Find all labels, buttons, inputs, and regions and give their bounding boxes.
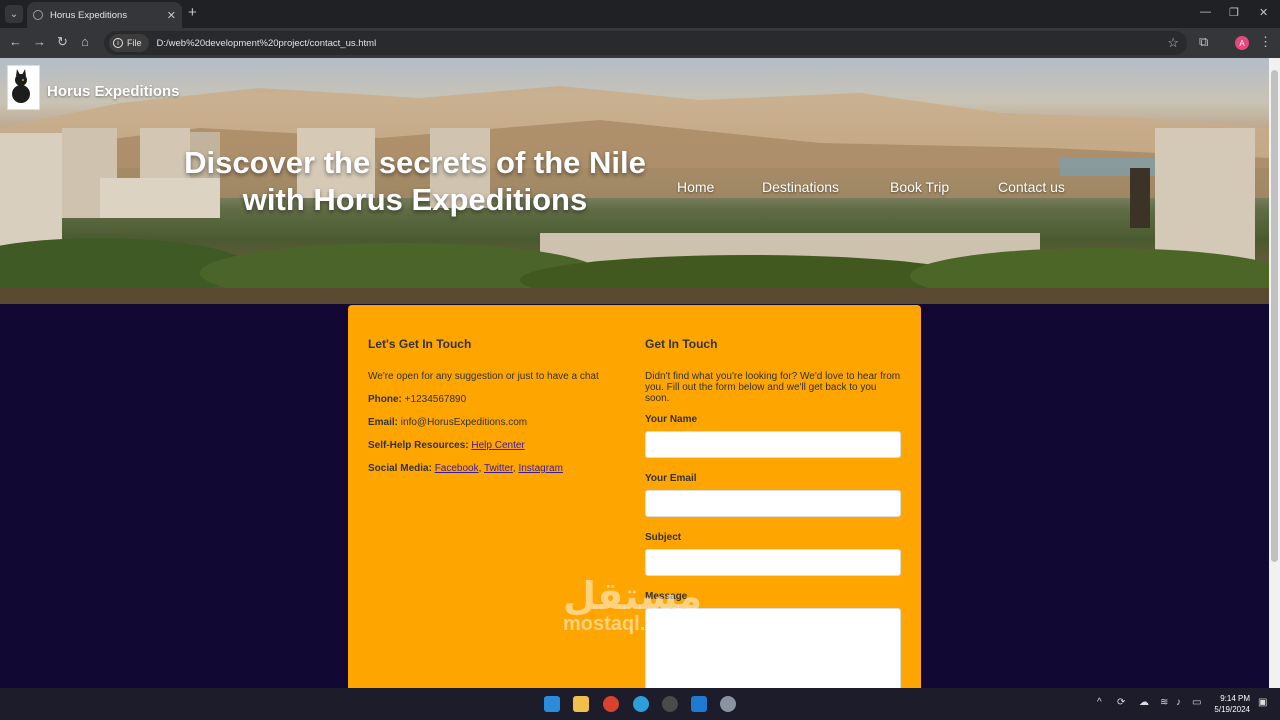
- email-input[interactable]: [645, 490, 901, 517]
- browser-tab[interactable]: Horus Expeditions ✕: [27, 2, 182, 28]
- extensions-icon[interactable]: ⧉: [1199, 35, 1208, 49]
- cat-logo[interactable]: [7, 65, 40, 110]
- contact-title: Let's Get In Touch: [368, 337, 472, 351]
- scroll-thumb[interactable]: [1271, 70, 1278, 562]
- page-scrollbar[interactable]: [1269, 58, 1280, 688]
- social-label: Social Media:: [368, 463, 432, 474]
- clock-time: 9:14 PM: [1220, 694, 1250, 703]
- vscode-icon[interactable]: [691, 696, 707, 712]
- globe-icon: [33, 10, 43, 20]
- facebook-link[interactable]: Facebook: [435, 463, 479, 474]
- url-text[interactable]: D:/web%20development%20project/contact_u…: [157, 38, 377, 49]
- clock-date: 5/19/2024: [1214, 705, 1250, 714]
- phone-value: +1234567890: [404, 394, 467, 405]
- mostaql-watermark: مستقل mostaql.com: [563, 576, 702, 634]
- name-label: Your Name: [645, 414, 698, 425]
- settings-gear-icon[interactable]: [720, 696, 736, 712]
- nav-contact-us[interactable]: Contact us: [998, 179, 1065, 195]
- contact-info: Let's Get In Touch We're open for any su…: [368, 337, 628, 486]
- form-intro: Didn't find what you're looking for? We'…: [645, 371, 901, 404]
- name-input[interactable]: [645, 431, 901, 458]
- github-icon[interactable]: [662, 696, 678, 712]
- help-label: Self-Help Resources:: [368, 440, 469, 451]
- nav-destinations[interactable]: Destinations: [762, 179, 839, 195]
- instagram-link[interactable]: Instagram: [518, 463, 562, 474]
- tray-chevron-icon[interactable]: ^: [1097, 697, 1102, 708]
- hero-headline: Discover the secrets of the Nile with Ho…: [184, 145, 646, 217]
- tab-title: Horus Expeditions: [50, 9, 128, 21]
- contact-form: Get In Touch Didn't find what you're loo…: [645, 337, 901, 688]
- phone-line: Phone: +1234567890: [368, 394, 628, 405]
- windows-taskbar: ^ ⟳ ☁ ≋ ♪ ▭ 9:14 PM 5/19/2024 ▣: [0, 688, 1280, 720]
- browser-toolbar: ← → ↻ ⌂ i File D:/web%20development%20pr…: [0, 28, 1280, 58]
- email-field-label: Your Email: [645, 473, 697, 484]
- cloud-icon[interactable]: ☁: [1139, 697, 1149, 708]
- sync-icon[interactable]: ⟳: [1117, 697, 1125, 708]
- volume-icon[interactable]: ♪: [1176, 697, 1181, 708]
- twitter-link[interactable]: Twitter: [484, 463, 513, 474]
- hero-banner: Horus Expeditions Discover the secrets o…: [0, 58, 1269, 304]
- home-icon[interactable]: ⌂: [81, 35, 89, 49]
- nav-home[interactable]: Home: [677, 179, 714, 195]
- wifi-icon[interactable]: ≋: [1160, 697, 1168, 708]
- window-close-icon[interactable]: ✕: [1259, 6, 1268, 19]
- nav-book-trip[interactable]: Book Trip: [890, 179, 949, 195]
- help-center-link[interactable]: Help Center: [471, 440, 524, 451]
- bookmark-star-icon[interactable]: ☆: [1167, 35, 1179, 51]
- address-bar[interactable]: i File D:/web%20development%20project/co…: [104, 31, 1187, 55]
- reload-icon[interactable]: ↻: [57, 35, 68, 49]
- phone-label: Phone:: [368, 394, 402, 405]
- cat-logo-icon: [12, 69, 30, 103]
- minimize-icon[interactable]: —: [1200, 6, 1211, 18]
- file-explorer-icon[interactable]: [573, 696, 589, 712]
- chip-label: File: [127, 38, 142, 48]
- tab-search-icon[interactable]: ⌄: [5, 5, 23, 23]
- forward-icon[interactable]: →: [33, 35, 46, 49]
- chrome-icon[interactable]: [603, 696, 619, 712]
- notification-icon[interactable]: ▣: [1258, 697, 1267, 708]
- subject-input[interactable]: [645, 549, 901, 576]
- restore-icon[interactable]: ❐: [1229, 6, 1239, 19]
- info-icon: i: [113, 38, 123, 48]
- watermark-arabic: مستقل: [563, 574, 702, 618]
- social-line: Social Media: Facebook, Twitter, Instagr…: [368, 463, 563, 474]
- profile-avatar[interactable]: A: [1235, 36, 1249, 50]
- watermark-latin: mostaql.com: [563, 613, 687, 635]
- back-icon[interactable]: ←: [9, 35, 22, 49]
- close-icon[interactable]: ✕: [167, 9, 176, 22]
- form-title: Get In Touch: [645, 337, 718, 351]
- new-tab-icon[interactable]: +: [188, 5, 197, 21]
- battery-icon[interactable]: ▭: [1192, 697, 1201, 708]
- menu-icon[interactable]: ⋮: [1259, 35, 1272, 49]
- email-label: Email:: [368, 417, 399, 428]
- brand-name[interactable]: Horus Expeditions: [47, 83, 180, 100]
- start-icon[interactable]: [544, 696, 560, 712]
- subject-label: Subject: [645, 532, 682, 543]
- help-line: Self-Help Resources: Help Center: [368, 440, 628, 451]
- contact-intro: We're open for any suggestion or just to…: [368, 371, 599, 382]
- email-value: info@HorusExpeditions.com: [400, 417, 528, 428]
- telegram-icon[interactable]: [633, 696, 649, 712]
- taskbar-clock[interactable]: 9:14 PM 5/19/2024: [1214, 693, 1250, 715]
- browser-tabbar: ⌄ Horus Expeditions ✕ + — ❐ ✕: [0, 0, 1280, 28]
- site-info-chip[interactable]: i File: [109, 34, 149, 52]
- email-line: Email: info@HorusExpeditions.com: [368, 417, 628, 428]
